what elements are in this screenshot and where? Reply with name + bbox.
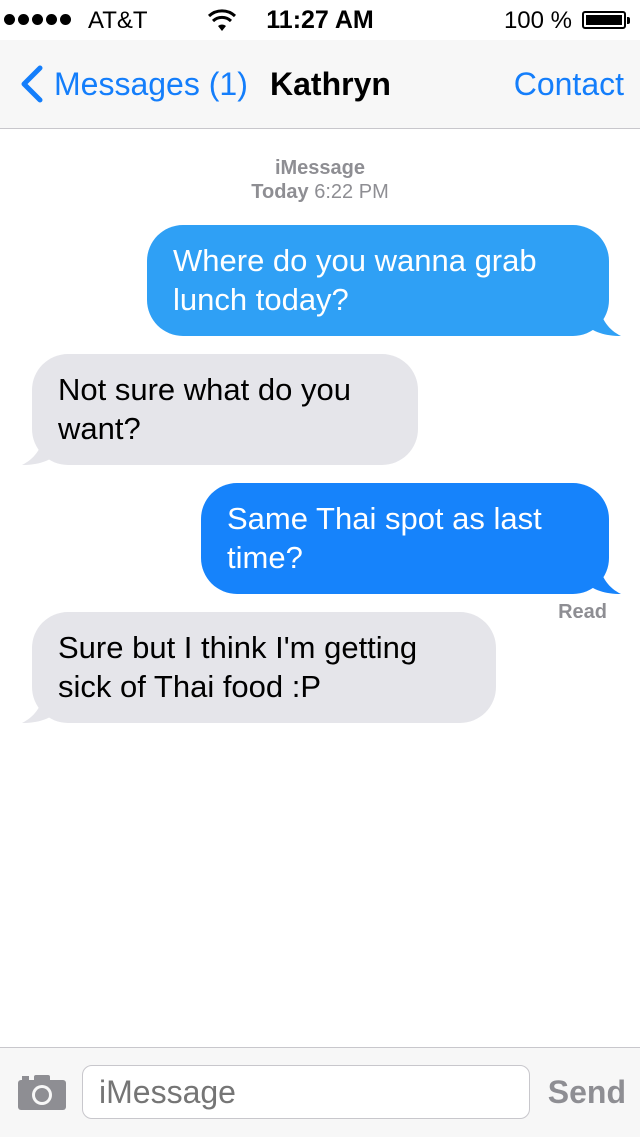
incoming-message-bubble[interactable]: Sure but I think I'm getting sick of Tha… bbox=[32, 612, 496, 723]
read-receipt: Read bbox=[558, 601, 607, 623]
timestamp-date: Today bbox=[251, 181, 309, 203]
navigation-bar: Messages (1) Kathryn Contact bbox=[0, 40, 640, 129]
outgoing-message-bubble[interactable]: Where do you wanna grab lunch today? bbox=[147, 225, 609, 336]
contact-button[interactable]: Contact bbox=[514, 66, 624, 103]
bubble-tail bbox=[22, 691, 58, 723]
message-input[interactable] bbox=[82, 1065, 530, 1119]
message-text: Where do you wanna grab lunch today? bbox=[173, 243, 537, 317]
compose-bar: Send bbox=[0, 1047, 640, 1137]
status-bar: AT&T 11:27 AM 100 % bbox=[0, 0, 640, 40]
message-text: Same Thai spot as last time? bbox=[227, 501, 542, 575]
chevron-left-icon bbox=[21, 65, 43, 103]
back-button[interactable]: Messages (1) bbox=[14, 62, 248, 106]
conversation-title: Kathryn bbox=[270, 66, 391, 102]
send-button[interactable]: Send bbox=[548, 1074, 626, 1111]
timestamp: Today 6:22 PM bbox=[0, 181, 640, 204]
message-text: Not sure what do you want? bbox=[58, 372, 351, 446]
camera-icon[interactable] bbox=[16, 1072, 68, 1112]
service-label: iMessage bbox=[274, 157, 366, 179]
message-thread[interactable]: iMessage Today 6:22 PM Where do you wann… bbox=[0, 129, 640, 1047]
incoming-message-bubble[interactable]: Not sure what do you want? bbox=[32, 354, 418, 465]
bubble-tail bbox=[585, 562, 621, 594]
bubble-tail bbox=[22, 433, 58, 465]
timestamp-time: 6:22 PM bbox=[314, 181, 389, 203]
back-button-label: Messages (1) bbox=[54, 65, 248, 102]
battery-icon bbox=[582, 11, 630, 29]
bubble-tail bbox=[585, 304, 621, 336]
outgoing-message-bubble[interactable]: Same Thai spot as last time? bbox=[201, 483, 609, 594]
message-text: Sure but I think I'm getting sick of Tha… bbox=[58, 630, 418, 704]
battery-percentage: 100 % bbox=[503, 7, 572, 34]
